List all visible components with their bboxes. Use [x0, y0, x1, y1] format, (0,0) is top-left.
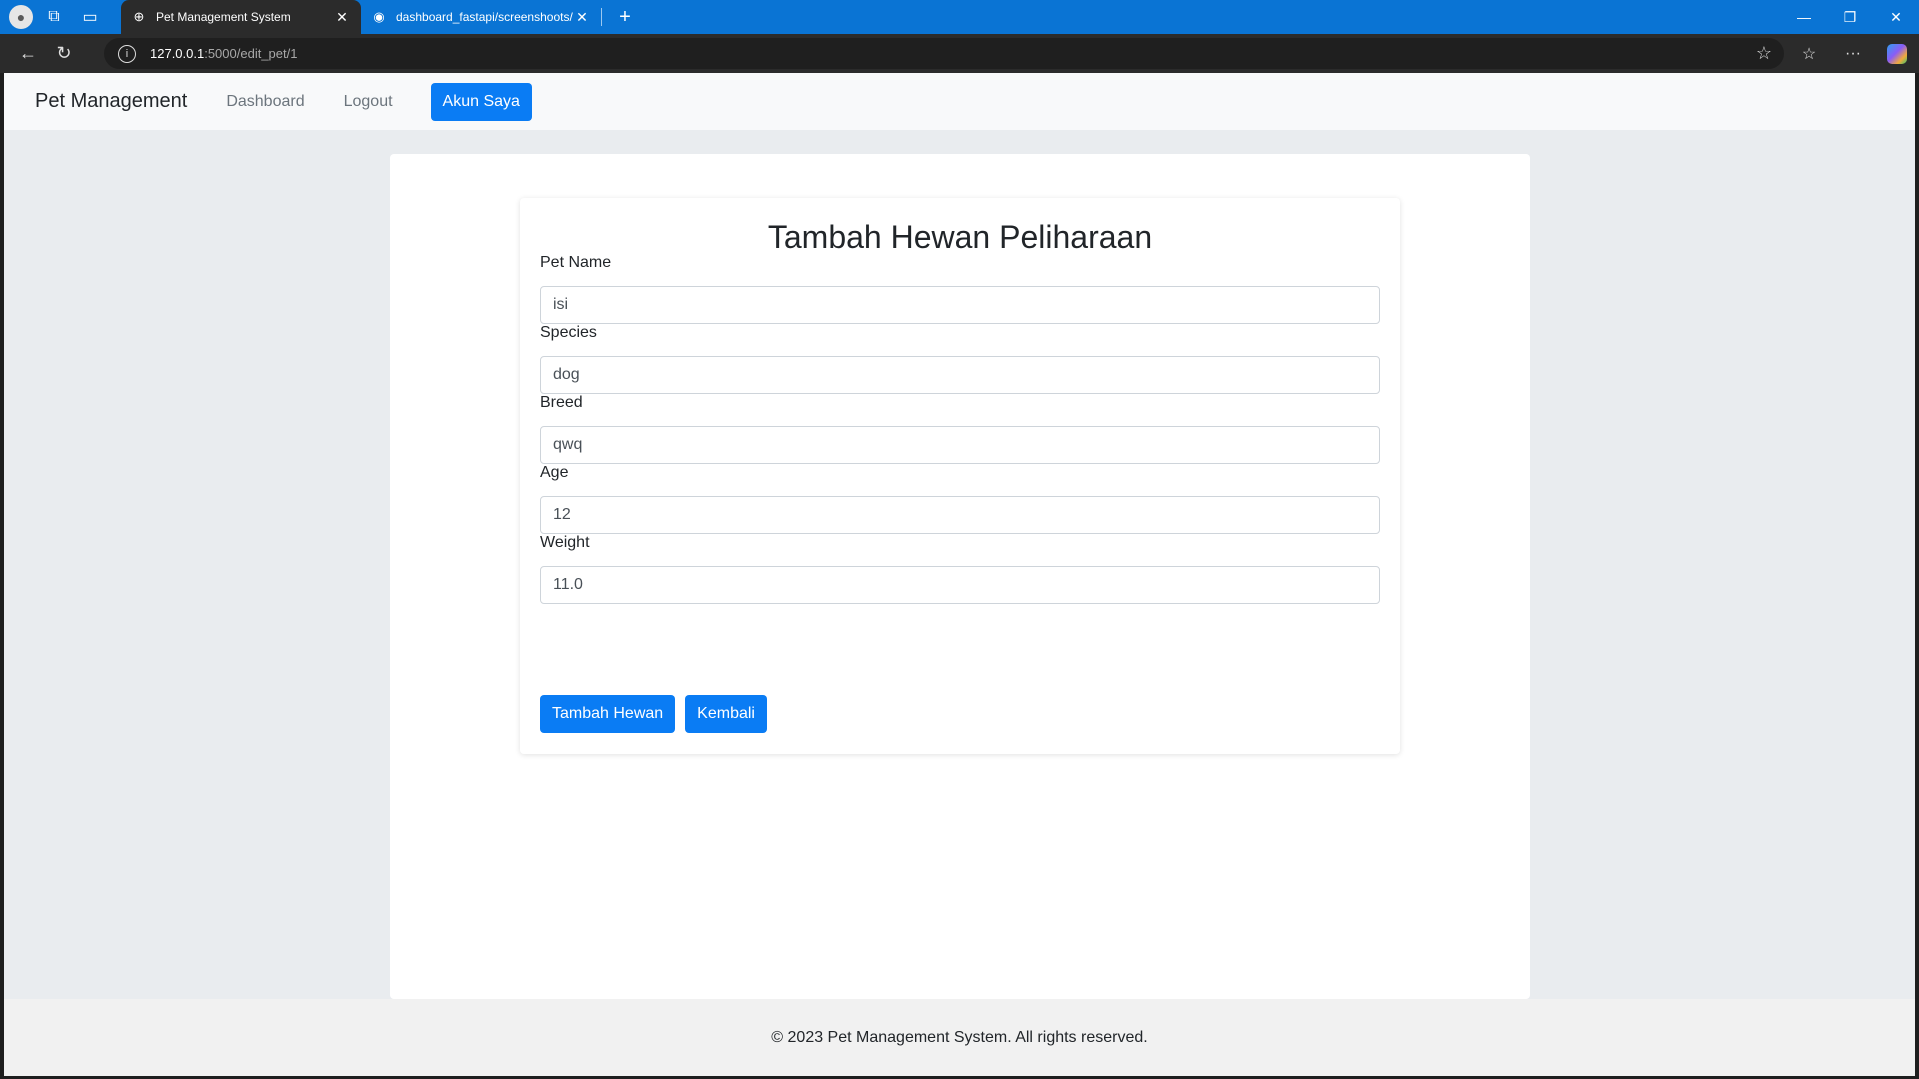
profile-icon[interactable]: ●	[9, 5, 33, 29]
copilot-icon[interactable]	[1887, 43, 1907, 64]
window-controls: — ❐ ✕	[1781, 0, 1919, 34]
close-window-icon[interactable]: ✕	[1873, 0, 1919, 34]
account-button[interactable]: Akun Saya	[430, 82, 532, 121]
nav-link-logout[interactable]: Logout	[344, 93, 393, 111]
age-input[interactable]: 12	[540, 496, 1380, 534]
page-footer: © 2023 Pet Management System. All rights…	[4, 999, 1915, 1076]
tab-title: Pet Management System	[156, 10, 291, 24]
globe-icon: ⊕	[133, 9, 145, 24]
pet-name-label: Pet Name	[540, 254, 612, 271]
main-container: Tambah Hewan Peliharaan Pet Name isi Spe…	[390, 154, 1530, 999]
back-icon[interactable]: ←	[10, 38, 46, 70]
more-menu-icon[interactable]: ···	[1831, 45, 1875, 63]
age-field: Age 12	[540, 464, 1380, 534]
tab-title: dashboard_fastapi/screenshoots/	[396, 10, 573, 24]
breed-label: Breed	[540, 394, 583, 411]
submit-pet-button[interactable]: Tambah Hewan	[540, 695, 676, 733]
github-icon: ◉	[373, 9, 385, 24]
species-input[interactable]: dog	[540, 356, 1380, 394]
tab-actions-icon[interactable]: ▭	[75, 2, 105, 32]
species-field: Species dog	[540, 324, 1380, 394]
breed-input[interactable]: qwq	[540, 426, 1380, 464]
close-tab-icon[interactable]: ✕	[333, 9, 351, 26]
address-bar[interactable]: i 127.0.0.1:5000/edit_pet/1 ☆	[104, 38, 1784, 69]
favorites-icon[interactable]: ☆	[1787, 44, 1831, 64]
age-label: Age	[540, 464, 569, 481]
back-button[interactable]: Kembali	[685, 695, 767, 733]
favorite-star-icon[interactable]: ☆	[1756, 43, 1772, 64]
footer-text: © 2023 Pet Management System. All rights…	[771, 1028, 1148, 1046]
weight-label: Weight	[540, 534, 590, 551]
workspaces-icon[interactable]: ⧉	[39, 2, 69, 32]
tab-separator	[601, 8, 602, 26]
weight-field: Weight 11.0	[540, 534, 1380, 604]
restore-icon[interactable]: ❐	[1827, 0, 1873, 34]
site-info-icon[interactable]: i	[118, 44, 136, 63]
url-path: :5000/edit_pet/1	[204, 46, 298, 61]
nav-link-dashboard[interactable]: Dashboard	[226, 93, 304, 111]
refresh-icon[interactable]: ↻	[46, 38, 82, 70]
browser-tab-github[interactable]: ◉ dashboard_fastapi/screenshoots/ ✕	[361, 0, 601, 34]
new-tab-icon[interactable]: +	[610, 6, 640, 29]
navbar-brand[interactable]: Pet Management	[35, 90, 187, 113]
weight-input[interactable]: 11.0	[540, 566, 1380, 604]
pet-name-field: Pet Name isi	[540, 254, 1380, 324]
navbar: Pet Management Dashboard Logout Akun Say…	[4, 73, 1915, 130]
browser-tab-strip: ● ⧉ ▭ ⊕ Pet Management System ✕ ◉ dashbo…	[0, 0, 1919, 34]
url-host: 127.0.0.1	[150, 46, 205, 61]
browser-toolbar: ← ↻ i 127.0.0.1:5000/edit_pet/1 ☆ ☆ ···	[0, 34, 1919, 73]
pet-name-input[interactable]: isi	[540, 286, 1380, 324]
browser-tab-pet-management[interactable]: ⊕ Pet Management System ✕	[121, 0, 361, 34]
breed-field: Breed qwq	[540, 394, 1380, 464]
toolbar-right: ☆ ···	[1787, 34, 1919, 73]
close-tab-icon[interactable]: ✕	[573, 9, 591, 26]
species-label: Species	[540, 324, 597, 341]
form-actions: Tambah Hewan Kembali	[540, 695, 777, 733]
page-viewport: Pet Management Dashboard Logout Akun Say…	[4, 73, 1915, 1076]
form-title: Tambah Hewan Peliharaan	[767, 219, 1153, 255]
minimize-icon[interactable]: —	[1781, 0, 1827, 34]
pet-form-card: Tambah Hewan Peliharaan Pet Name isi Spe…	[520, 198, 1400, 754]
